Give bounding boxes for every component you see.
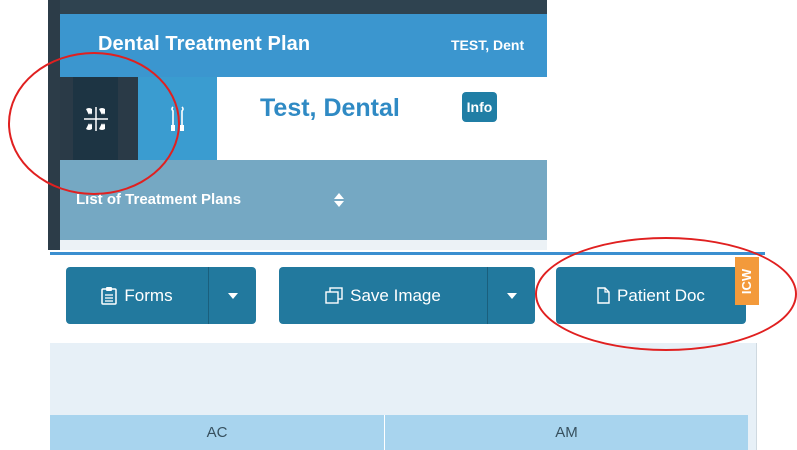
forms-dropdown-toggle[interactable] xyxy=(208,267,256,324)
bottom-screenshot: Forms Save Image Patient Doc ICW AC AM xyxy=(50,252,765,450)
patient-short-name: TEST, Dent xyxy=(451,37,525,53)
app-title: Dental Treatment Plan xyxy=(98,33,311,55)
info-button[interactable]: Info xyxy=(462,92,497,122)
section-top-border xyxy=(50,252,765,255)
patient-doc-button-label: Patient Doc xyxy=(617,285,705,305)
panel-scroll-edge xyxy=(756,343,765,450)
patient-name: Test, Dental xyxy=(260,94,400,122)
app-title-bar: Dental Treatment Plan TEST, Dent xyxy=(60,14,547,77)
treatment-plans-header[interactable]: List of Treatment Plans xyxy=(60,160,547,240)
teeth-grid-button[interactable] xyxy=(73,77,118,160)
patient-header: Test, Dental Info xyxy=(217,77,547,160)
dental-tools-button[interactable] xyxy=(138,77,217,160)
top-screenshot: Dental Treatment Plan TEST, Dent Test, D… xyxy=(48,0,547,250)
dental-tools-icon xyxy=(170,105,184,131)
patient-doc-button-group: Patient Doc xyxy=(556,267,746,324)
treatment-plans-label: List of Treatment Plans xyxy=(76,191,242,208)
sort-icon[interactable] xyxy=(333,192,345,208)
clipboard-icon xyxy=(101,287,118,305)
icw-tag-label: ICW xyxy=(739,268,755,294)
teeth-grid-icon xyxy=(83,106,108,131)
table-header-ac[interactable]: AC xyxy=(50,415,385,450)
forms-button-group: Forms xyxy=(66,267,256,324)
document-icon xyxy=(597,287,610,304)
forms-button-label: Forms xyxy=(124,285,173,305)
table-header-row: AC AM xyxy=(50,415,748,450)
save-image-dropdown-toggle[interactable] xyxy=(487,267,535,324)
window-top-strip xyxy=(48,0,547,14)
patient-doc-button[interactable]: Patient Doc xyxy=(556,267,746,324)
forms-button[interactable]: Forms xyxy=(66,267,208,324)
save-image-button-label: Save Image xyxy=(350,285,441,305)
plans-list-area xyxy=(60,240,547,250)
window-left-strip xyxy=(48,0,60,250)
copy-image-icon xyxy=(325,287,343,304)
caret-down-icon xyxy=(506,292,517,299)
icw-tag[interactable]: ICW xyxy=(735,257,759,305)
caret-down-icon xyxy=(227,292,238,299)
save-image-button-group: Save Image xyxy=(279,267,535,324)
save-image-button[interactable]: Save Image xyxy=(279,267,487,324)
table-header-am[interactable]: AM xyxy=(385,415,748,450)
